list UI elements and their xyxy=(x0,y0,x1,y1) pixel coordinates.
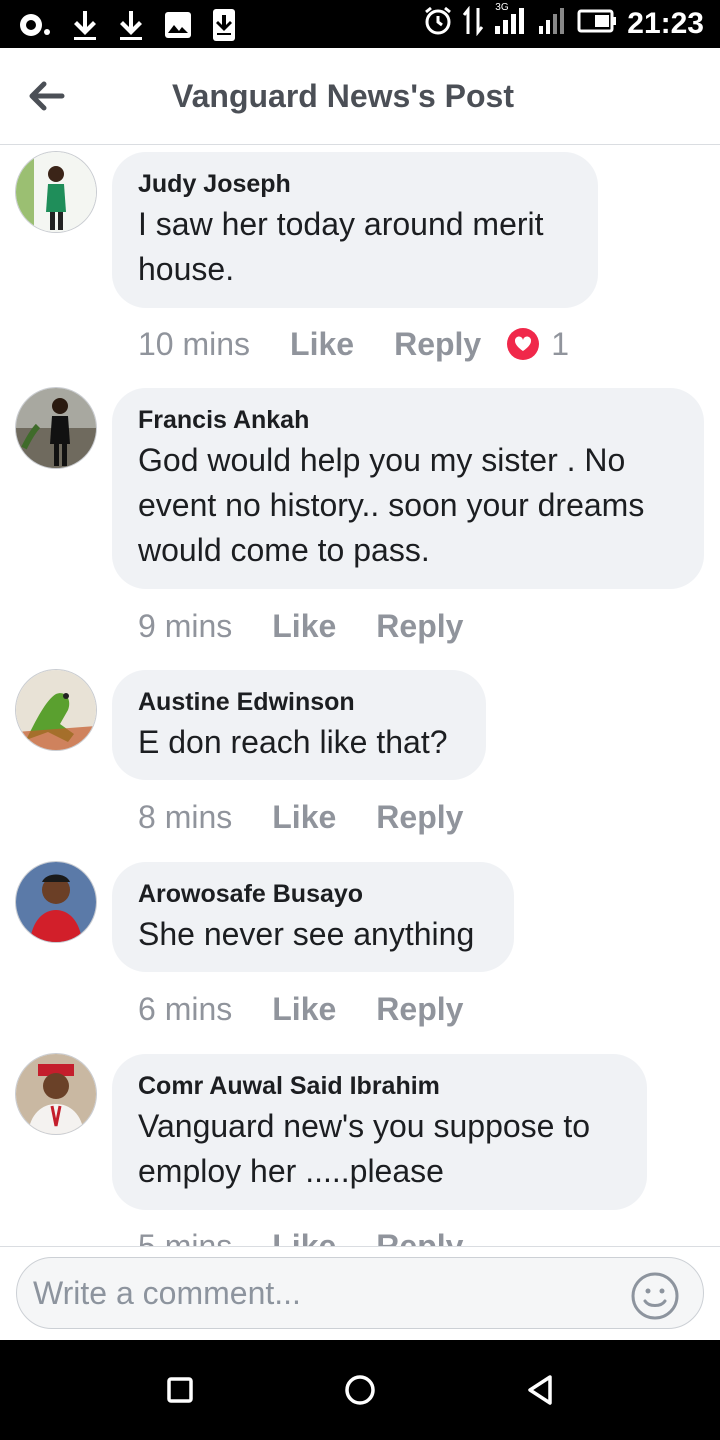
page-title: Vanguard News's Post xyxy=(172,78,514,114)
comment-timestamp: 5 mins xyxy=(138,1227,233,1247)
reply-button[interactable]: Reply xyxy=(376,991,463,1028)
comment-actions: 8 mins Like Reply xyxy=(138,797,503,837)
comment-timestamp: 10 mins xyxy=(138,325,251,362)
avatar[interactable] xyxy=(16,1054,96,1134)
comment-timestamp: 9 mins xyxy=(138,607,233,644)
reply-button[interactable]: Reply xyxy=(394,326,481,363)
smiley-icon xyxy=(631,1272,679,1320)
status-bar: 3G 21:23 xyxy=(0,0,720,48)
back-nav-button[interactable] xyxy=(520,1370,560,1410)
emoji-button[interactable] xyxy=(630,1271,680,1321)
reply-button[interactable]: Reply xyxy=(376,799,463,836)
comment-author[interactable]: Arowosafe Busayo xyxy=(138,878,488,910)
comment-bubble[interactable]: Judy Joseph I saw her today around merit… xyxy=(112,152,598,308)
comment-author[interactable]: Judy Joseph xyxy=(138,168,572,200)
comment-actions: 9 mins Like Reply xyxy=(138,606,503,646)
comment-author[interactable]: Austine Edwinson xyxy=(138,686,460,718)
comment-composer xyxy=(0,1246,720,1341)
battery-icon xyxy=(577,9,617,38)
circle-icon xyxy=(345,1375,375,1405)
download-icon xyxy=(118,9,144,46)
notification-icon xyxy=(18,10,52,45)
like-button[interactable]: Like xyxy=(272,991,336,1028)
signal-icon: 3G xyxy=(493,2,527,41)
love-reaction-icon[interactable] xyxy=(507,328,540,360)
signal-icon xyxy=(537,6,567,41)
comment-bubble[interactable]: Francis Ankah God would help you my sist… xyxy=(112,388,704,589)
avatar[interactable] xyxy=(16,862,96,942)
comment-actions: 5 mins Like Reply xyxy=(138,1226,503,1247)
comment-author[interactable]: Comr Auwal Said Ibrahim xyxy=(138,1070,621,1102)
system-nav-bar xyxy=(0,1340,720,1440)
comment-actions: 10 mins Like Reply 1 xyxy=(138,324,569,364)
comment-text: Vanguard new's you suppose to employ her… xyxy=(138,1108,591,1189)
comment-input[interactable] xyxy=(16,1257,704,1329)
comment-bubble[interactable]: Austine Edwinson E don reach like that? xyxy=(112,670,486,780)
reaction-count[interactable]: 1 xyxy=(551,326,569,363)
avatar[interactable] xyxy=(16,388,96,468)
reply-button[interactable]: Reply xyxy=(376,608,463,645)
alarm-icon xyxy=(423,6,453,41)
recents-button[interactable] xyxy=(160,1370,200,1410)
comment-text: E don reach like that? xyxy=(138,724,448,760)
comment-author[interactable]: Francis Ankah xyxy=(138,404,678,436)
like-button[interactable]: Like xyxy=(272,608,336,645)
app-header: Vanguard News's Post xyxy=(0,48,720,145)
comment-bubble[interactable]: Comr Auwal Said Ibrahim Vanguard new's y… xyxy=(112,1054,647,1210)
comment-timestamp: 6 mins xyxy=(138,990,233,1027)
avatar[interactable] xyxy=(16,670,96,750)
data-transfer-icon xyxy=(463,5,484,41)
reply-button[interactable]: Reply xyxy=(376,1228,463,1247)
like-button[interactable]: Like xyxy=(290,326,354,363)
like-button[interactable]: Like xyxy=(272,799,336,836)
clock-time: 21:23 xyxy=(627,6,704,40)
square-icon xyxy=(167,1377,193,1403)
comment-actions: 6 mins Like Reply xyxy=(138,989,503,1029)
image-icon xyxy=(164,11,192,44)
network-type-label: 3G xyxy=(495,2,509,13)
comments-list[interactable]: Judy Joseph I saw her today around merit… xyxy=(0,145,720,1246)
triangle-back-icon xyxy=(528,1375,552,1405)
comment-timestamp: 8 mins xyxy=(138,798,233,835)
comment-text: She never see anything xyxy=(138,916,475,952)
download-icon xyxy=(72,9,98,46)
comment-text: I saw her today around merit house. xyxy=(138,206,544,287)
avatar[interactable] xyxy=(16,152,96,232)
download-box-icon xyxy=(212,8,236,47)
home-button[interactable] xyxy=(340,1370,380,1410)
comment-text: God would help you my sister . No event … xyxy=(138,442,645,568)
comment-bubble[interactable]: Arowosafe Busayo She never see anything xyxy=(112,862,514,972)
like-button[interactable]: Like xyxy=(272,1228,336,1247)
